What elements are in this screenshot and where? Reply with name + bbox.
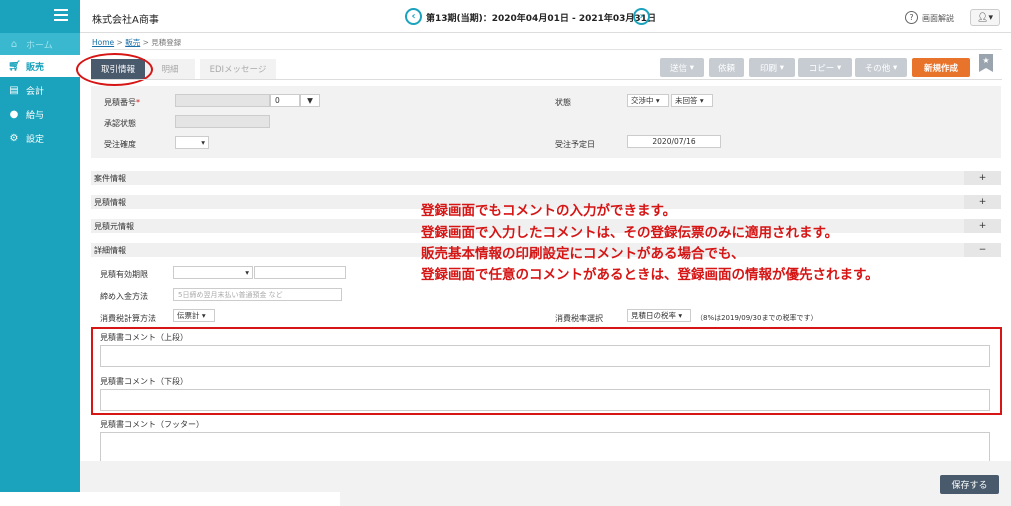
period-next-button[interactable]: › [633,8,650,25]
accuracy-select[interactable]: ▾ [175,136,209,149]
sidebar-item-label: 設定 [26,134,45,145]
caret-down-icon: ▾ [834,62,842,73]
estimate-no-prefix-input [175,94,270,107]
estimate-no-label: 見積番号* [104,98,140,107]
breadcrumb: Home > 販売 > 見積登録 [92,38,182,47]
section-source-toggle[interactable]: + [964,219,1001,233]
highlight-ellipse [76,53,153,86]
status-select-2[interactable]: 未回答 ▾ [671,94,713,107]
annotation-line-3: 販売基本情報の印刷設定にコメントがある場合でも、 [421,246,745,262]
breadcrumb-home[interactable]: Home [92,38,114,47]
breadcrumb-current: 見積登録 [151,38,182,47]
bookmark-icon[interactable]: ★ [979,54,993,72]
copy-button[interactable]: コピー ▾ [798,58,852,77]
approval-input [175,115,270,128]
sidebar-item-label: 販売 [26,62,45,73]
section-detail-toggle[interactable]: − [964,243,1001,257]
comment-footer-input[interactable] [100,432,990,462]
sidebar-item-payroll[interactable]: ● 給与 [0,103,80,125]
valid-period-input[interactable] [254,266,346,279]
tax-rate-note: （8%は2019/09/30までの税率です） [696,314,818,322]
money-bag-icon: ● [9,108,19,120]
annotation-line-1: 登録画面でもコメントの入力ができます。 [421,203,677,219]
tax-calc-label: 消費税計算方法 [100,314,156,323]
print-button[interactable]: 印刷 ▾ [749,58,795,77]
order-date-label: 受注予定日 [555,140,595,149]
section-project-toggle[interactable]: + [964,171,1001,185]
user-menu-button[interactable]: 👤︎▾ [970,9,1000,26]
chevron-right-icon: › [639,11,644,22]
annotation-line-2: 登録画面で入力したコメントは、その登録伝票のみに適用されます。 [421,225,839,241]
tax-calc-select[interactable]: 伝票計 ▾ [173,309,215,322]
section-estimate-toggle[interactable]: + [964,195,1001,209]
request-button[interactable]: 依頼 [709,58,744,77]
other-button[interactable]: その他 ▾ [855,58,907,77]
payment-method-label: 締め入金方法 [100,292,148,301]
annotation-line-4: 登録画面で任意のコメントがあるときは、登録画面の情報が優先されます。 [421,267,879,283]
caret-down-icon: ▾ [687,62,694,73]
sidebar-item-label: 給与 [26,110,45,121]
help-link[interactable]: 画面解説 [922,13,954,24]
period-prev-button[interactable]: ‹ [405,8,422,25]
sidebar-item-label: ホーム [26,40,53,51]
breadcrumb-divider [90,49,1002,50]
chevron-down-icon: ▾ [245,268,249,277]
sidebar-item-label: 会計 [26,86,45,97]
caret-down-icon: ▾ [890,62,898,73]
payment-method-input[interactable]: 5日締め翌月末払い普通預金 など [173,288,342,301]
sidebar-item-home[interactable]: ⌂ ホーム [0,33,80,55]
estimate-no-dropdown[interactable]: ▼ [300,94,320,107]
send-button[interactable]: 送信 ▾ [660,58,704,77]
highlight-frame [91,327,1002,415]
footer-blank [0,492,340,506]
status-select-1[interactable]: 交渉中 ▾ [627,94,669,107]
new-button[interactable]: 新規作成 [912,58,970,77]
accuracy-label: 受注確度 [104,140,136,149]
header-divider [80,32,1011,33]
section-project[interactable]: 案件情報 [91,171,1001,185]
status-label: 状態 [555,98,571,107]
valid-period-select[interactable]: ▾ [173,266,253,279]
user-icon: 👤︎▾ [977,12,993,23]
order-date-input[interactable]: 2020/07/16 [627,135,721,148]
caret-down-icon: ▾ [777,62,784,73]
tab-edi-message[interactable]: EDIメッセージ [200,59,276,79]
cart-icon: 🛒︎ [8,60,21,72]
tab-divider [91,79,1002,80]
help-icon[interactable]: ? [905,11,918,24]
save-button[interactable]: 保存する [940,475,999,494]
tax-rate-select[interactable]: 見積日の税率 ▾ [627,309,691,322]
sidebar-item-sales[interactable]: 🛒︎ 販売 [0,55,80,77]
home-icon: ⌂ [10,38,18,50]
chevron-down-icon: ▼ [307,96,313,105]
company-name: 株式会社A商事 [92,15,159,26]
ledger-icon: ▤ [9,84,19,96]
sidebar: ⌂ ホーム 🛒︎ 販売 ▤ 会計 ● 給与 ⚙ 設定 [0,0,80,492]
hamburger-menu-icon[interactable] [54,9,68,21]
chevron-left-icon: ‹ [411,11,416,22]
chevron-down-icon: ▾ [201,138,205,147]
breadcrumb-sales[interactable]: 販売 [125,38,140,47]
estimate-no-input[interactable]: 0 [270,94,300,107]
valid-period-label: 見積有効期限 [100,270,148,279]
approval-label: 承認状態 [104,119,136,128]
comment-footer-label: 見積書コメント（フッター） [100,420,204,429]
gear-icon: ⚙ [9,132,19,144]
tax-rate-label: 消費税率選択 [555,314,603,323]
sidebar-item-settings[interactable]: ⚙ 設定 [0,127,80,149]
sidebar-item-accounting[interactable]: ▤ 会計 [0,79,80,101]
fiscal-period: 第13期(当期)：2020年04月01日 - 2021年03月31日 [426,14,656,24]
